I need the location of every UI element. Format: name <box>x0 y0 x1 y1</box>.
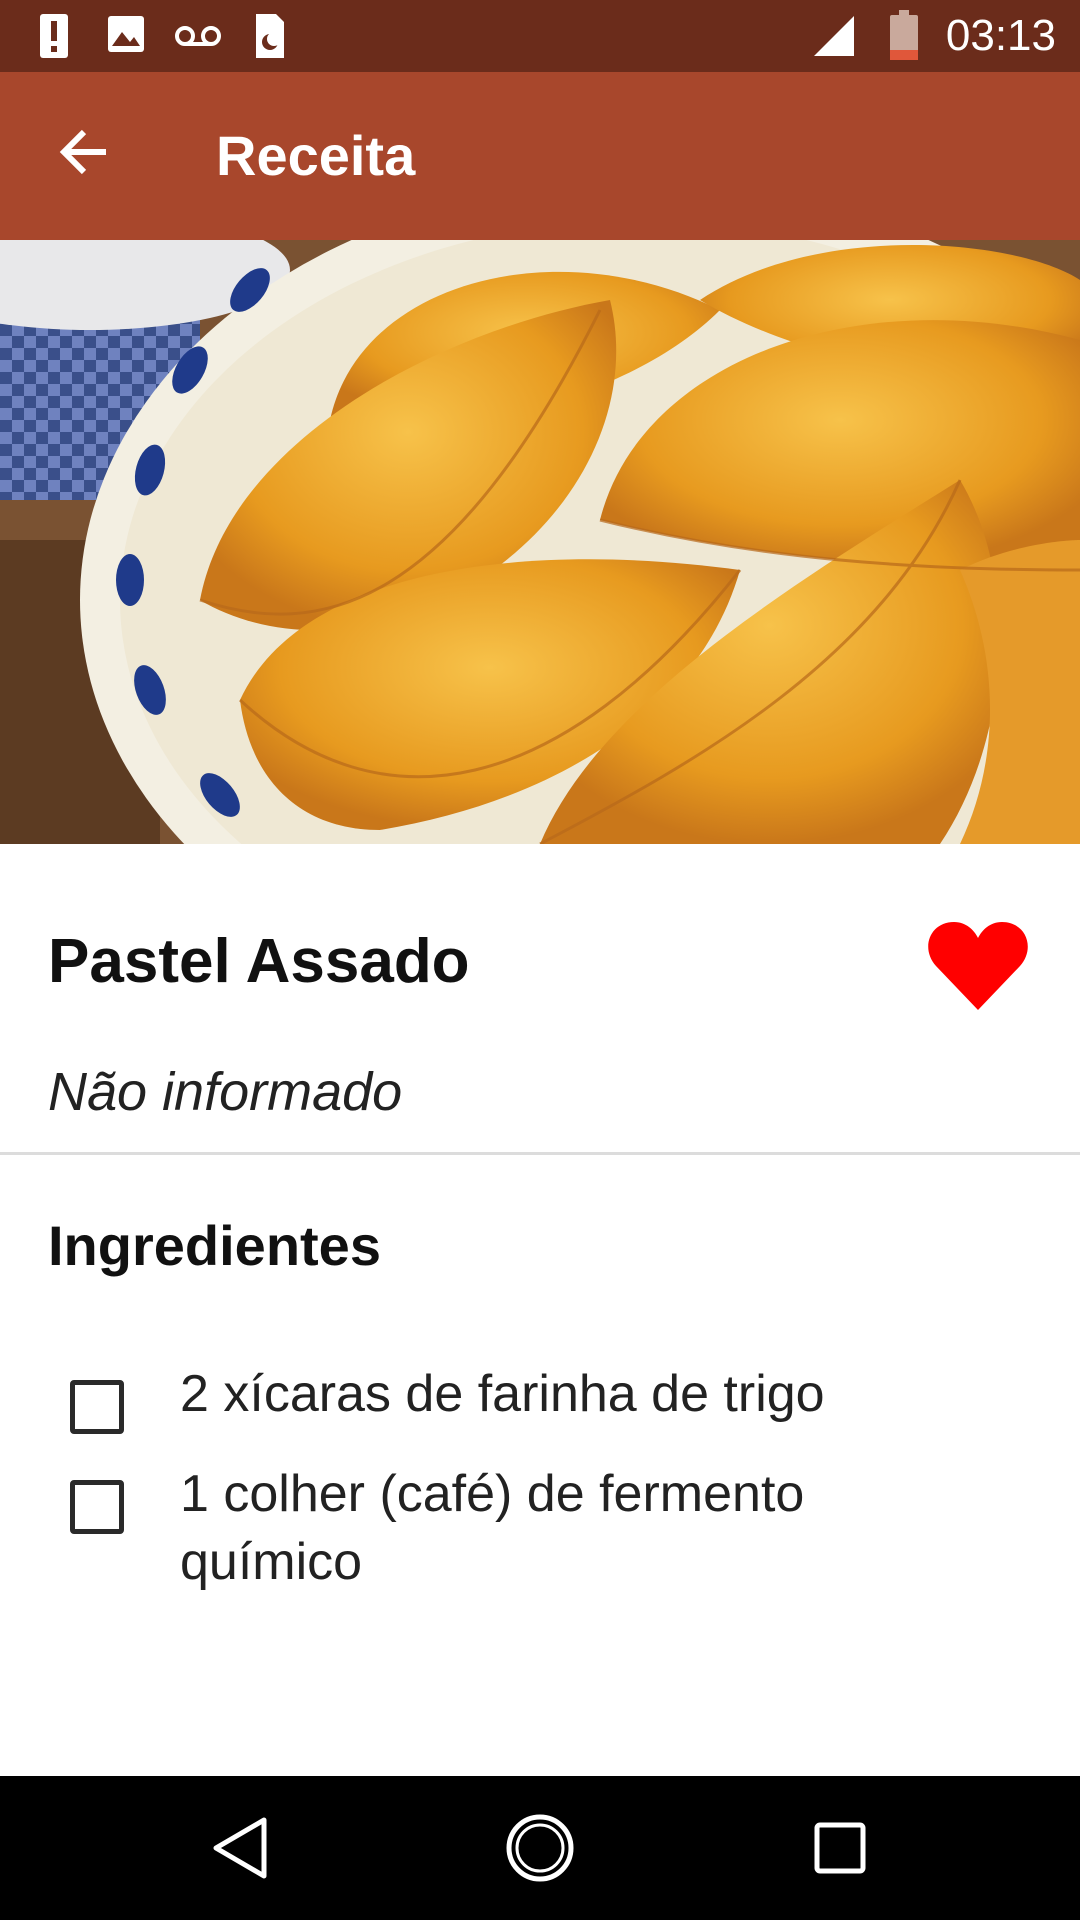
ingredient-label[interactable]: 1 colher (café) de fermento químico <box>180 1460 1000 1596</box>
ingredient-checkbox[interactable] <box>70 1380 124 1434</box>
status-bar: 03:13 <box>0 0 1080 72</box>
app-bar: Receita <box>0 72 1080 240</box>
list-item: 1 colher (café) de fermento químico <box>0 1460 1080 1596</box>
ingredients-list: 2 xícaras de farinha de trigo 1 colher (… <box>0 1360 1080 1622</box>
recipe-name: Pastel Assado <box>48 927 470 996</box>
recipe-subtitle: Não informado <box>48 1062 403 1122</box>
list-item: 2 xícaras de farinha de trigo <box>0 1360 1080 1434</box>
recents-square-icon <box>814 1822 866 1874</box>
voicemail-icon <box>174 22 222 55</box>
divider <box>0 1152 1080 1155</box>
ingredients-title: Ingredientes <box>48 1214 381 1277</box>
nav-recents-button[interactable] <box>790 1802 890 1894</box>
arrow-back-icon <box>59 129 106 175</box>
heart-icon <box>928 922 1028 1010</box>
nav-home-button[interactable] <box>490 1802 590 1894</box>
signal-icon <box>812 14 856 63</box>
page-title: Receita <box>216 124 416 187</box>
battery-icon <box>890 10 918 65</box>
favorite-button[interactable] <box>926 918 1030 1018</box>
navigation-bar <box>0 1776 1080 1920</box>
home-circle-icon <box>506 1814 574 1882</box>
ingredient-label[interactable]: 2 xícaras de farinha de trigo <box>180 1360 1000 1428</box>
sim-moon-icon <box>254 12 286 65</box>
nav-back-button[interactable] <box>190 1802 290 1894</box>
ingredient-checkbox[interactable] <box>70 1480 124 1534</box>
back-button[interactable] <box>44 112 124 192</box>
back-triangle-icon <box>213 1817 267 1879</box>
status-time: 03:13 <box>945 11 1056 60</box>
recipe-image <box>0 240 1080 844</box>
alert-icon <box>38 12 70 65</box>
image-icon <box>106 12 146 61</box>
